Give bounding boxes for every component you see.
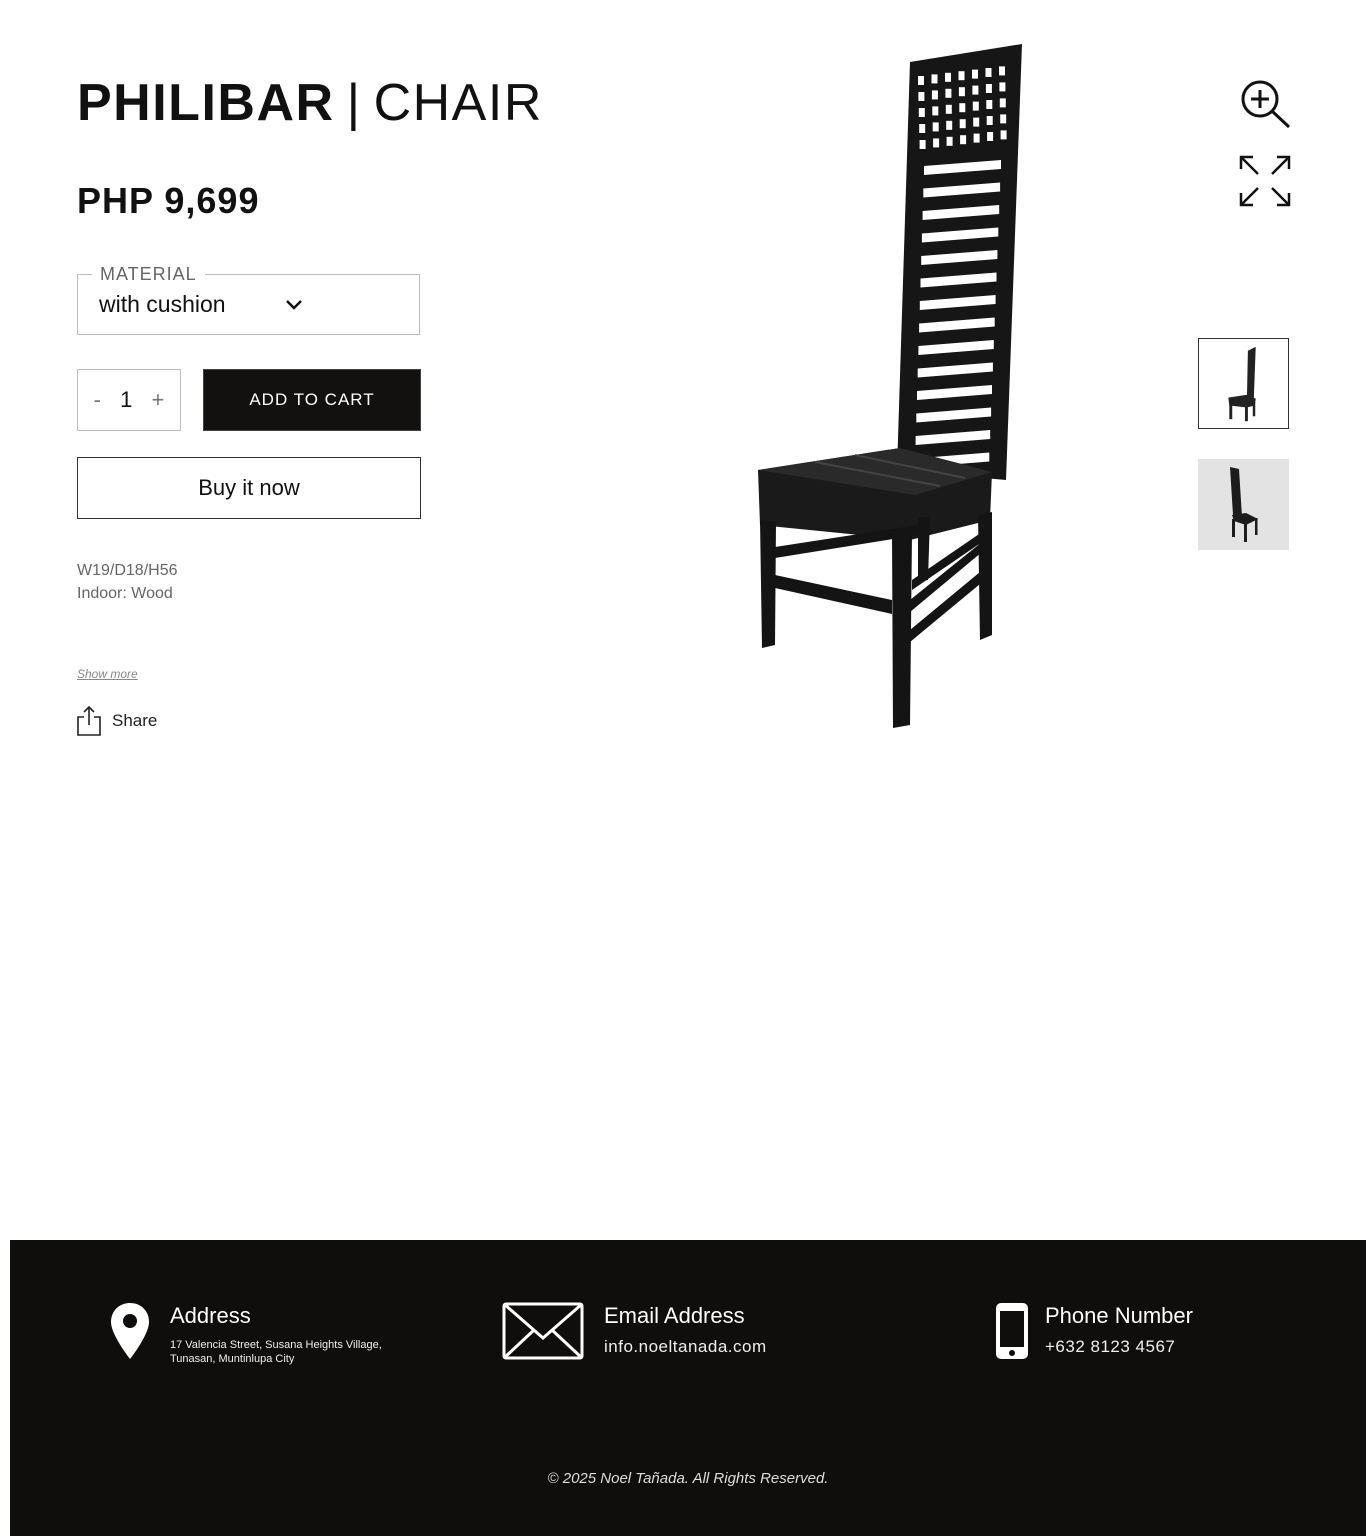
mobile-phone-icon: [996, 1303, 1028, 1359]
material-label: MATERIAL: [92, 262, 205, 286]
zoom-in-icon[interactable]: [1238, 77, 1292, 129]
address-line-1: 17 Valencia Street, Susana Heights Villa…: [170, 1339, 382, 1351]
thumbnail-1[interactable]: [1198, 338, 1289, 429]
chevron-down-icon: [286, 300, 302, 310]
address-title: Address: [170, 1303, 251, 1328]
product-price: PHP 9,699: [77, 180, 260, 221]
show-more-link[interactable]: Show more: [77, 667, 138, 681]
quantity-decrease-button[interactable]: -: [94, 387, 101, 413]
thumbnail-image-1: [1228, 346, 1256, 422]
product-kind: CHAIR: [373, 74, 543, 132]
footer-address: Address 17 Valencia Street, Susana Heigh…: [110, 1302, 410, 1366]
address-text: 17 Valencia Street, Susana Heights Villa…: [170, 1338, 410, 1366]
phone-value[interactable]: +632 8123 4567: [1045, 1336, 1193, 1358]
footer-email: Email Address info.noeltanada.com: [502, 1302, 767, 1360]
share-button[interactable]: Share: [77, 706, 157, 736]
envelope-icon: [502, 1302, 584, 1360]
quantity-stepper: - 1 +: [77, 369, 181, 431]
thumbnail-image-2: [1230, 467, 1258, 542]
thumbnail-2[interactable]: [1198, 459, 1289, 550]
expand-icon[interactable]: [1238, 154, 1292, 208]
material-value: with cushion: [99, 291, 226, 317]
copyright-text: © 2025 Noel Tañada. All Rights Reserved.: [547, 1470, 829, 1487]
product-specs: W19/D18/H56 Indoor: Wood: [77, 559, 178, 605]
location-pin-icon: [111, 1303, 149, 1359]
product-image: [758, 44, 1022, 728]
share-label: Share: [112, 711, 158, 730]
email-title: Email Address: [604, 1303, 745, 1328]
spec-dimensions: W19/D18/H56: [77, 562, 178, 579]
site-footer: Address 17 Valencia Street, Susana Heigh…: [10, 1240, 1366, 1536]
share-icon: [77, 706, 101, 736]
product-brand: PHILIBAR: [77, 74, 335, 132]
material-select[interactable]: MATERIAL with cushion: [77, 262, 420, 335]
phone-title: Phone Number: [1045, 1303, 1193, 1328]
add-to-cart-button[interactable]: ADD TO CART: [203, 369, 421, 431]
address-line-2: Tunasan, Muntinlupa City: [170, 1353, 295, 1365]
quantity-value[interactable]: 1: [120, 387, 132, 413]
email-value[interactable]: info.noeltanada.com: [604, 1336, 767, 1358]
title-separator: |: [346, 74, 362, 132]
footer-phone: Phone Number +632 8123 4567: [995, 1302, 1193, 1360]
buy-now-button[interactable]: Buy it now: [77, 457, 421, 519]
product-title: PHILIBAR | CHAIR: [77, 72, 543, 134]
quantity-increase-button[interactable]: +: [152, 387, 165, 413]
spec-material: Indoor: Wood: [77, 585, 173, 602]
